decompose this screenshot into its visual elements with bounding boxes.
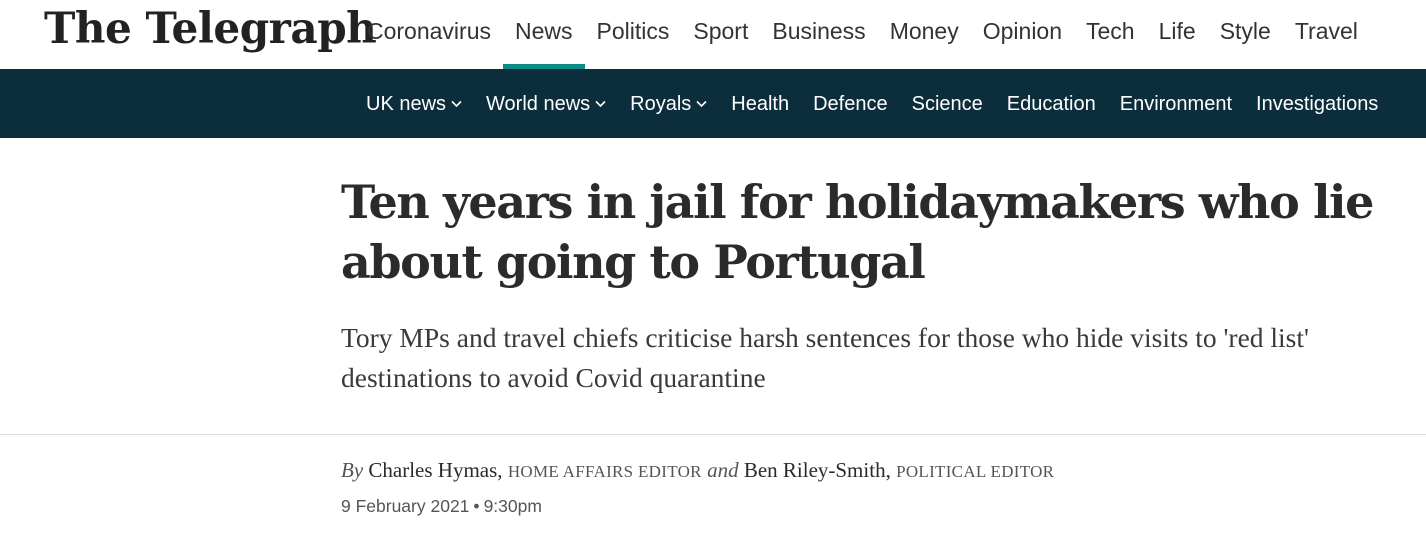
chevron-down-icon [451,98,462,109]
author-link-charles-hymas[interactable]: Charles Hymas, [368,458,502,482]
subnav-item-investigations[interactable]: Investigations [1244,69,1390,138]
primary-nav: Coronavirus News Politics Sport Business… [355,0,1370,69]
publish-dateline: 9 February 2021 • 9:30pm [341,496,542,517]
nav-item-travel[interactable]: Travel [1283,0,1370,69]
telegraph-logo[interactable]: The Telegraph [44,4,377,54]
subnav-item-defence[interactable]: Defence [801,69,900,138]
article-headline: Ten years in jail for holidaymakers who … [341,175,1374,289]
nav-item-life[interactable]: Life [1147,0,1208,69]
author-role: POLITICAL EDITOR [896,462,1055,481]
subnav-item-uk-news[interactable]: UK news [354,69,474,138]
byline-and-label: and [707,458,739,482]
nav-item-tech[interactable]: Tech [1074,0,1147,69]
subnav-item-science[interactable]: Science [900,69,995,138]
subnav-item-label: UK news [366,92,447,115]
subnav-item-health[interactable]: Health [719,69,801,138]
subnav-item-education[interactable]: Education [995,69,1108,138]
chevron-down-icon [696,98,707,109]
nav-item-style[interactable]: Style [1208,0,1283,69]
publish-date: 9 February 2021 [341,496,470,516]
subnav-item-environment[interactable]: Environment [1108,69,1244,138]
publish-time: 9:30pm [483,496,542,516]
author-role: HOME AFFAIRS EDITOR [507,462,702,481]
subnav-item-label: Royals [630,92,692,115]
nav-item-money[interactable]: Money [878,0,971,69]
nav-item-sport[interactable]: Sport [681,0,760,69]
date-separator: • [473,496,480,516]
byline: By Charles Hymas, HOME AFFAIRS EDITOR an… [341,458,1054,483]
nav-item-opinion[interactable]: Opinion [971,0,1074,69]
nav-item-business[interactable]: Business [760,0,877,69]
subnav-item-label: World news [486,92,591,115]
nav-item-politics[interactable]: Politics [585,0,682,69]
author-link-ben-riley-smith[interactable]: Ben Riley-Smith, [744,458,891,482]
subnav-item-world-news[interactable]: World news [474,69,618,138]
subnav-items: UK news World news Royals Health Defence… [354,69,1390,138]
nav-item-coronavirus[interactable]: Coronavirus [355,0,503,69]
header-divider [0,434,1426,435]
article-standfirst: Tory MPs and travel chiefs criticise har… [341,322,1309,393]
nav-item-news[interactable]: News [503,0,585,69]
section-subnav: UK news World news Royals Health Defence… [0,69,1426,138]
chevron-down-icon [595,98,606,109]
byline-by-label: By [341,458,364,482]
subnav-item-royals[interactable]: Royals [618,69,719,138]
masthead: The Telegraph Coronavirus News Politics … [0,0,1426,69]
